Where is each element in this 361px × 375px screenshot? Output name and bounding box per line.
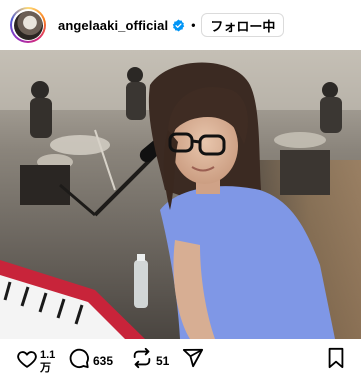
like-action[interactable]: 1.1 万 [16,347,55,375]
like-count-unit: 万 [40,362,51,374]
avatar-story-ring[interactable] [10,7,46,43]
comment-icon[interactable] [68,347,90,374]
share-action[interactable] [182,347,204,374]
share-icon[interactable] [182,347,204,374]
bookmark-icon[interactable] [326,347,346,374]
photo-illustration [0,50,361,339]
heart-icon[interactable] [16,348,38,375]
like-count-number: 1.1 [40,349,56,361]
post-photo[interactable] [0,50,361,339]
comment-action[interactable]: 635 [68,347,113,374]
post-action-bar: 1.1 万 635 51 [0,339,361,375]
following-button[interactable]: フォロー中 [201,13,285,37]
comment-count[interactable]: 635 [93,354,113,368]
repost-action[interactable]: 51 [131,347,169,374]
separator-dot: • [191,18,196,32]
repost-count[interactable]: 51 [156,354,169,368]
post-header: angelaaki_official • フォロー中 [0,0,361,50]
like-count[interactable]: 1.1 万 [40,349,55,375]
save-action[interactable] [326,347,346,374]
verified-badge-icon [172,19,185,32]
repost-icon[interactable] [131,347,153,374]
username[interactable]: angelaaki_official [58,18,168,33]
avatar [13,10,43,40]
